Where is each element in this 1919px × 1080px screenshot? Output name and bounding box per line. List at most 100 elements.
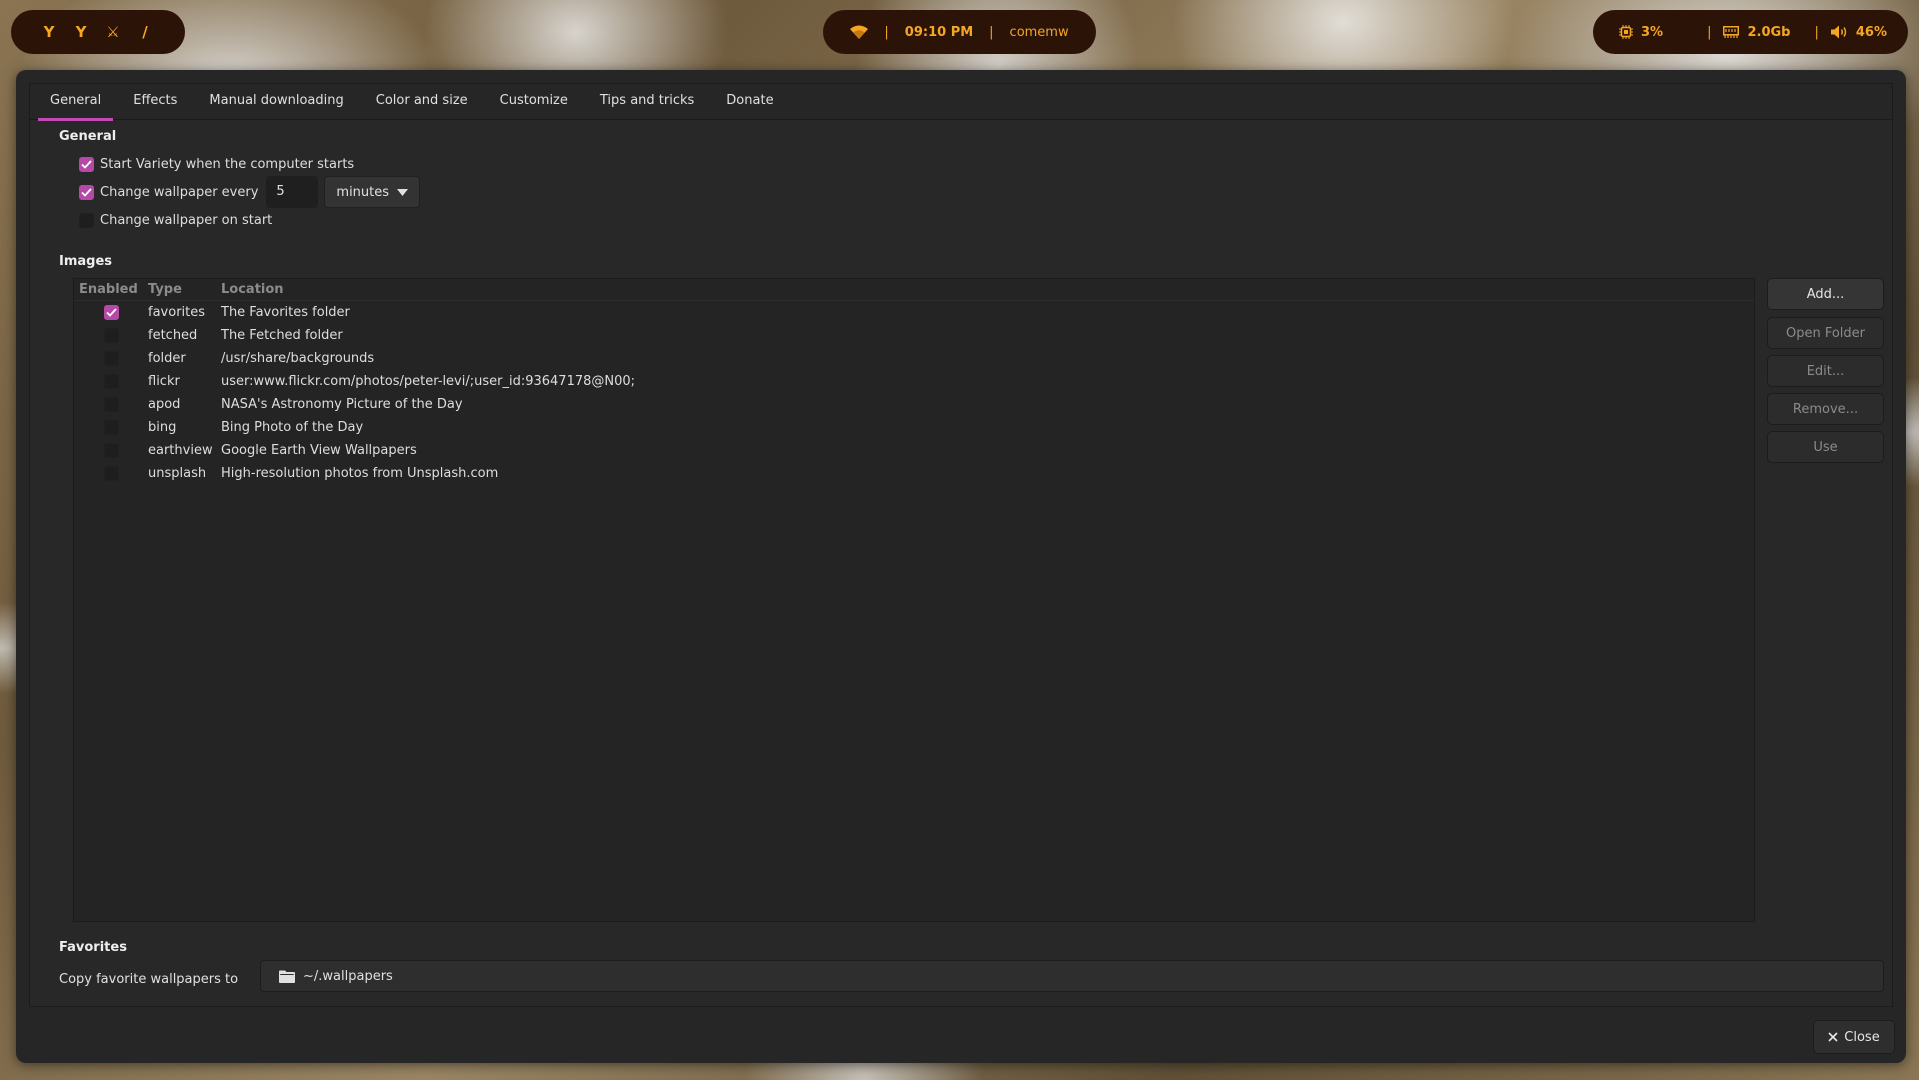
interval-unit-value: minutes (336, 184, 390, 200)
separator: | (1707, 24, 1712, 40)
table-row[interactable]: fetched The Fetched folder (74, 324, 1754, 347)
change-every-label: Change wallpaper every (100, 184, 259, 200)
row-enabled-cell (74, 328, 148, 343)
table-row[interactable]: flickr user:www.flickr.com/photos/peter-l… (74, 370, 1754, 393)
tab-donate[interactable]: Donate (714, 84, 785, 120)
chevron-down-icon (397, 188, 409, 196)
workspace-4-button[interactable]: / (137, 23, 153, 41)
volume-indicator[interactable]: 46% (1830, 24, 1887, 40)
workspace-bar: Y Y ⚔ / (11, 10, 185, 54)
close-icon (1828, 1032, 1838, 1042)
column-header-type[interactable]: Type (148, 282, 221, 297)
folder-icon (279, 970, 295, 983)
source-enabled-checkbox[interactable] (103, 443, 119, 458)
favorites-folder-path: ~/.wallpapers (303, 968, 393, 984)
source-type: unsplash (148, 466, 207, 481)
source-enabled-checkbox[interactable] (103, 374, 119, 389)
separator: | (1814, 24, 1819, 40)
row-enabled-cell (74, 420, 148, 435)
row-enabled-cell (74, 466, 148, 481)
change-every-row: Change wallpaper every 5 minutes (79, 176, 421, 208)
source-type: favorites (148, 305, 206, 320)
interval-input[interactable]: 5 (266, 176, 319, 208)
cpu-value: 3% (1641, 24, 1664, 40)
start-on-boot-row[interactable]: Start Variety when the computer starts (79, 157, 354, 172)
image-sources-table: Enabled Type Location favorites The Favor… (73, 278, 1755, 922)
source-location: /usr/share/backgrounds (221, 351, 375, 366)
column-header-location[interactable]: Location (221, 282, 284, 297)
start-on-boot-label: Start Variety when the computer starts (100, 157, 355, 172)
edit-source-button[interactable]: Edit... (1767, 355, 1884, 387)
cpu-indicator: 3% (1619, 25, 1663, 40)
workspace-3-button[interactable]: ⚔ (105, 23, 121, 41)
clock-bar: | 09:10 PM | comemw (823, 10, 1096, 54)
source-location: NASA's Astronomy Picture of the Day (221, 397, 463, 412)
row-enabled-cell (74, 443, 148, 458)
add-source-button[interactable]: Add... (1767, 278, 1884, 310)
source-enabled-checkbox[interactable] (103, 305, 119, 320)
source-location: user:www.flickr.com/photos/peter-levi/;u… (221, 374, 636, 389)
column-header-enabled[interactable]: Enabled (74, 282, 148, 297)
row-enabled-cell (74, 397, 148, 412)
table-row[interactable]: favorites The Favorites folder (74, 301, 1754, 324)
tab-color-and-size[interactable]: Color and size (364, 84, 480, 120)
images-section-title: Images (59, 254, 113, 269)
volume-icon (1830, 25, 1848, 39)
row-enabled-cell (74, 374, 148, 389)
wifi-icon[interactable] (850, 25, 869, 39)
source-location: The Fetched folder (221, 328, 343, 343)
source-type: flickr (148, 374, 180, 389)
table-header: Enabled Type Location (74, 279, 1754, 301)
table-row[interactable]: bing Bing Photo of the Day (74, 416, 1754, 439)
preferences-notebook: General Effects Manual downloading Color… (29, 83, 1893, 1007)
source-type: folder (148, 351, 186, 366)
source-enabled-checkbox[interactable] (103, 397, 119, 412)
copy-favorites-label: Copy favorite wallpapers to (59, 972, 239, 987)
source-enabled-checkbox[interactable] (103, 420, 119, 435)
tab-manual-downloading[interactable]: Manual downloading (197, 84, 355, 120)
source-type: fetched (148, 328, 198, 343)
close-label: Close (1844, 1029, 1880, 1045)
change-on-start-checkbox[interactable] (79, 213, 94, 228)
use-source-button[interactable]: Use (1767, 431, 1884, 463)
source-location: Bing Photo of the Day (221, 420, 364, 435)
close-button[interactable]: Close (1813, 1020, 1895, 1054)
cpu-icon (1619, 25, 1633, 39)
volume-value: 46% (1855, 24, 1887, 40)
memory-value: 2.0Gb (1747, 24, 1791, 40)
workspace-1-button[interactable]: Y (41, 23, 57, 41)
source-enabled-checkbox[interactable] (103, 351, 119, 366)
open-folder-button[interactable]: Open Folder (1767, 317, 1884, 349)
tab-tips-and-tricks[interactable]: Tips and tricks (588, 84, 706, 120)
change-every-checkbox[interactable] (79, 184, 94, 200)
workspace-2-button[interactable]: Y (73, 23, 89, 41)
memory-icon (1723, 26, 1740, 38)
table-row[interactable]: unsplash High-resolution photos from Unsp… (74, 462, 1754, 485)
general-section-title: General (59, 129, 117, 144)
source-location: The Favorites folder (221, 305, 350, 320)
network-name: comemw (1009, 24, 1069, 40)
separator: | (884, 24, 889, 40)
favorites-folder-chooser[interactable]: ~/.wallpapers (260, 960, 1884, 992)
favorites-section-title: Favorites (59, 940, 127, 955)
system-status-bar: 3% | 2.0Gb | 46% (1593, 10, 1908, 54)
interval-unit-select[interactable]: minutes (324, 176, 421, 208)
separator: | (989, 24, 994, 40)
tab-customize[interactable]: Customize (488, 84, 580, 120)
change-on-start-row[interactable]: Change wallpaper on start (79, 213, 272, 228)
source-type: apod (148, 397, 181, 412)
preferences-dialog: General Effects Manual downloading Color… (16, 70, 1906, 1063)
tab-bar: General Effects Manual downloading Color… (30, 84, 1892, 121)
table-row[interactable]: apod NASA's Astronomy Picture of the Day (74, 393, 1754, 416)
source-enabled-checkbox[interactable] (103, 466, 119, 481)
table-row[interactable]: folder/usr/share/backgrounds (74, 347, 1754, 370)
tab-general[interactable]: General (38, 84, 114, 121)
clock-text: 09:10 PM (904, 24, 974, 40)
start-on-boot-checkbox[interactable] (79, 157, 94, 172)
source-enabled-checkbox[interactable] (103, 328, 119, 343)
tab-effects[interactable]: Effects (121, 84, 189, 120)
change-on-start-label: Change wallpaper on start (100, 213, 273, 228)
source-type: earthview (148, 443, 213, 458)
table-row[interactable]: earthview Google Earth View Wallpapers (74, 439, 1754, 462)
remove-source-button[interactable]: Remove... (1767, 393, 1884, 425)
